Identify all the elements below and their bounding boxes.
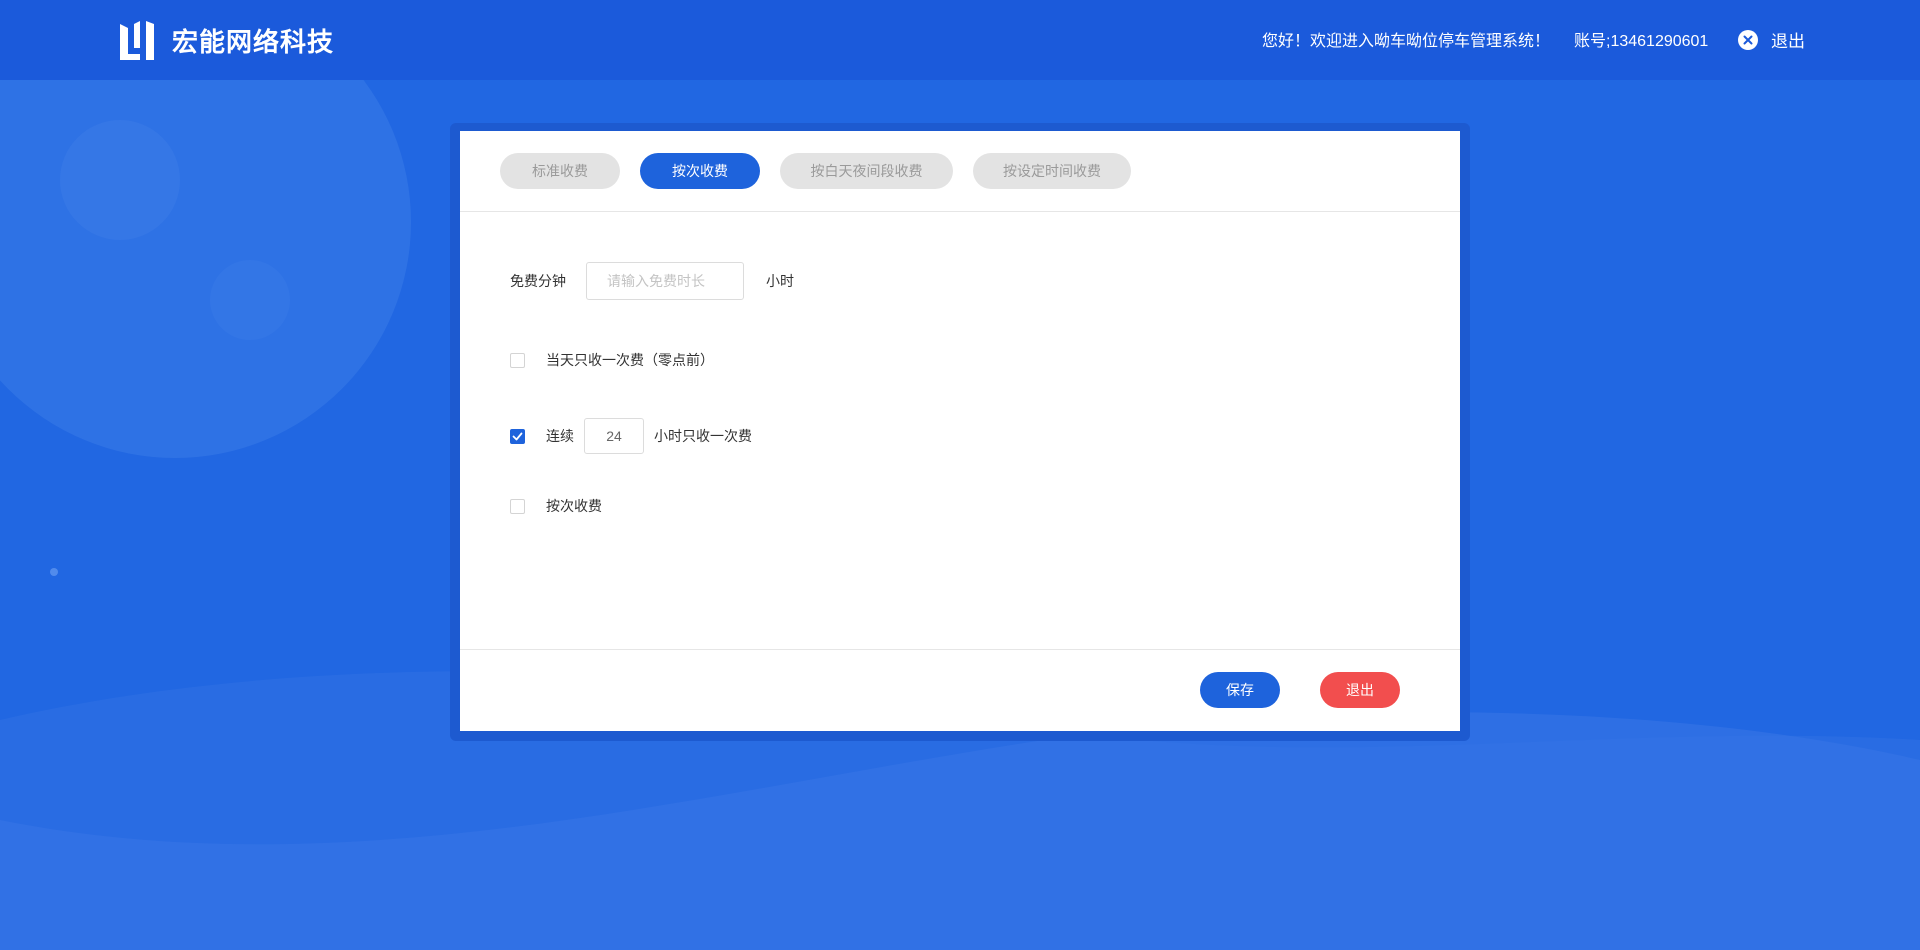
header-logout-button[interactable]: 退出 <box>1738 27 1805 52</box>
billing-settings-panel: 标准收费 按次收费 按白天夜间段收费 按设定时间收费 免费分钟 小时 当天只收一… <box>460 131 1460 731</box>
welcome-message: 您好！欢迎进入呦车呦位停车管理系统！ <box>1262 33 1551 50</box>
per-time-label: 按次收费 <box>546 498 602 514</box>
free-minutes-input[interactable] <box>586 262 744 300</box>
exit-button[interactable]: 退出 <box>1320 672 1400 708</box>
continuous-prefix-label: 连续 <box>546 428 574 444</box>
billing-type-tabs: 标准收费 按次收费 按白天夜间段收费 按设定时间收费 <box>460 131 1460 212</box>
per-time-checkbox[interactable] <box>510 498 525 514</box>
free-minutes-label: 免费分钟 <box>510 273 566 289</box>
header-logout-label: 退出 <box>1771 32 1805 51</box>
tab-day-night-billing[interactable]: 按白天夜间段收费 <box>780 153 953 189</box>
continuous-hours-input[interactable] <box>584 418 644 454</box>
tab-custom-time-billing[interactable]: 按设定时间收费 <box>973 153 1131 189</box>
panel-footer: 保存 退出 <box>460 649 1460 732</box>
account-number: 账号;13461290601 <box>1574 33 1709 50</box>
checkmark-icon <box>512 432 523 440</box>
tab-per-time-billing[interactable]: 按次收费 <box>640 153 760 189</box>
brand-name: 宏能网络科技 <box>172 26 335 57</box>
tab-standard-billing[interactable]: 标准收费 <box>500 153 620 189</box>
per-time-row: 按次收费 <box>510 496 602 516</box>
free-minutes-row: 免费分钟 小时 <box>510 262 794 300</box>
logo-icon <box>120 21 154 60</box>
once-per-day-row: 当天只收一次费（零点前） <box>510 350 714 370</box>
continuous-suffix-label: 小时只收一次费 <box>654 428 752 444</box>
close-circle-icon <box>1738 29 1758 50</box>
once-per-day-checkbox[interactable] <box>510 352 525 368</box>
continuous-row: 连续 小时只收一次费 <box>510 418 752 454</box>
continuous-checkbox[interactable] <box>510 428 525 444</box>
free-minutes-unit: 小时 <box>766 273 794 289</box>
top-header: 宏能网络科技 您好！欢迎进入呦车呦位停车管理系统！ 账号;13461290601… <box>0 0 1920 80</box>
once-per-day-label: 当天只收一次费（零点前） <box>546 352 714 368</box>
logo: 宏能网络科技 <box>118 20 334 60</box>
save-button[interactable]: 保存 <box>1200 672 1280 708</box>
